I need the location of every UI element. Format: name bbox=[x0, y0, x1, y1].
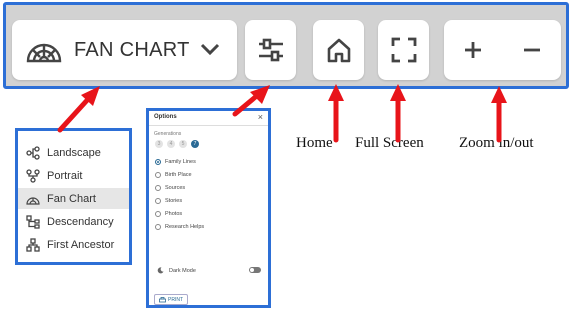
radio-checked-icon bbox=[155, 159, 161, 165]
menu-item-fan-chart[interactable]: Fan Chart bbox=[18, 188, 129, 209]
generation-option-selected[interactable]: 7 bbox=[191, 140, 199, 148]
view-menu: Landscape Portrait Fan Chart Descendancy… bbox=[15, 128, 132, 265]
view-selector-label: FAN CHART bbox=[74, 38, 190, 61]
caption-zoom: Zoom in/out bbox=[459, 135, 534, 151]
chevron-down-icon bbox=[200, 43, 220, 56]
arrow-to-view-selector bbox=[57, 86, 100, 133]
first-ancestor-icon bbox=[26, 237, 40, 252]
print-label: PRINT bbox=[168, 296, 183, 303]
menu-item-portrait[interactable]: Portrait bbox=[18, 165, 129, 186]
arrow-to-zoom bbox=[491, 86, 507, 143]
options-title: Options bbox=[154, 114, 177, 120]
radio-icon bbox=[155, 211, 161, 217]
fullscreen-icon bbox=[391, 37, 416, 63]
menu-item-descendancy[interactable]: Descendancy bbox=[18, 211, 129, 232]
radio-icon bbox=[155, 185, 161, 191]
arrow-to-home bbox=[328, 84, 344, 143]
caption-home: Home bbox=[296, 135, 333, 151]
dark-mode-row: Dark Mode bbox=[157, 266, 261, 276]
generations-label: Generations bbox=[154, 131, 182, 137]
menu-item-label: Portrait bbox=[47, 169, 83, 182]
radio-family-lines[interactable]: Family Lines bbox=[155, 159, 196, 165]
generation-option[interactable]: 4 bbox=[167, 140, 175, 148]
fan-chart-icon bbox=[26, 192, 40, 206]
tree-toolbar: FAN CHART bbox=[3, 2, 569, 89]
menu-item-first-ancestor[interactable]: First Ancestor bbox=[18, 234, 129, 255]
zoom-controls bbox=[444, 20, 561, 80]
menu-item-label: Fan Chart bbox=[47, 192, 96, 205]
minus-icon bbox=[523, 48, 540, 52]
dark-mode-label: Dark Mode bbox=[169, 268, 196, 274]
radio-label: Birth Place bbox=[165, 172, 192, 178]
plus-icon bbox=[465, 42, 482, 58]
radio-photos[interactable]: Photos bbox=[155, 211, 182, 217]
generation-option[interactable]: 5 bbox=[179, 140, 187, 148]
menu-item-label: Descendancy bbox=[47, 215, 114, 228]
radio-icon bbox=[155, 172, 161, 178]
generations-selector: 3 4 5 7 bbox=[155, 140, 199, 148]
descendancy-icon bbox=[26, 214, 40, 229]
arrow-to-fullscreen bbox=[390, 84, 406, 143]
caption-full-screen: Full Screen bbox=[355, 135, 424, 151]
zoom-in-button[interactable] bbox=[453, 30, 493, 70]
moon-icon bbox=[157, 267, 164, 274]
dark-mode-toggle[interactable] bbox=[249, 267, 261, 273]
radio-stories[interactable]: Stories bbox=[155, 198, 182, 204]
view-selector-dropdown[interactable]: FAN CHART bbox=[12, 20, 237, 80]
menu-item-landscape[interactable]: Landscape bbox=[18, 142, 129, 163]
home-button[interactable] bbox=[313, 20, 364, 80]
options-button[interactable] bbox=[245, 20, 296, 80]
zoom-out-button[interactable] bbox=[512, 30, 552, 70]
radio-label: Family Lines bbox=[165, 159, 196, 165]
radio-sources[interactable]: Sources bbox=[155, 185, 185, 191]
radio-icon bbox=[155, 224, 161, 230]
print-button[interactable]: PRINT bbox=[154, 294, 188, 305]
home-icon bbox=[327, 38, 350, 63]
radio-label: Sources bbox=[165, 185, 186, 191]
radio-label: Photos bbox=[165, 211, 183, 217]
options-panel: Options × Generations 3 4 5 7 Family Lin… bbox=[146, 108, 271, 308]
printer-icon bbox=[159, 296, 166, 302]
radio-birth-place[interactable]: Birth Place bbox=[155, 172, 192, 178]
portrait-tree-icon bbox=[26, 168, 40, 183]
radio-label: Stories bbox=[165, 198, 183, 204]
close-icon[interactable]: × bbox=[258, 112, 263, 122]
sliders-icon bbox=[258, 38, 283, 62]
divider bbox=[149, 125, 268, 126]
landscape-tree-icon bbox=[26, 145, 40, 160]
menu-item-label: Landscape bbox=[47, 146, 101, 159]
radio-research-helps[interactable]: Research Helps bbox=[155, 224, 204, 230]
fullscreen-button[interactable] bbox=[378, 20, 429, 80]
generation-option[interactable]: 3 bbox=[155, 140, 163, 148]
menu-item-label: First Ancestor bbox=[47, 238, 115, 251]
fan-chart-icon bbox=[26, 43, 62, 63]
radio-icon bbox=[155, 198, 161, 204]
radio-label: Research Helps bbox=[165, 224, 205, 230]
